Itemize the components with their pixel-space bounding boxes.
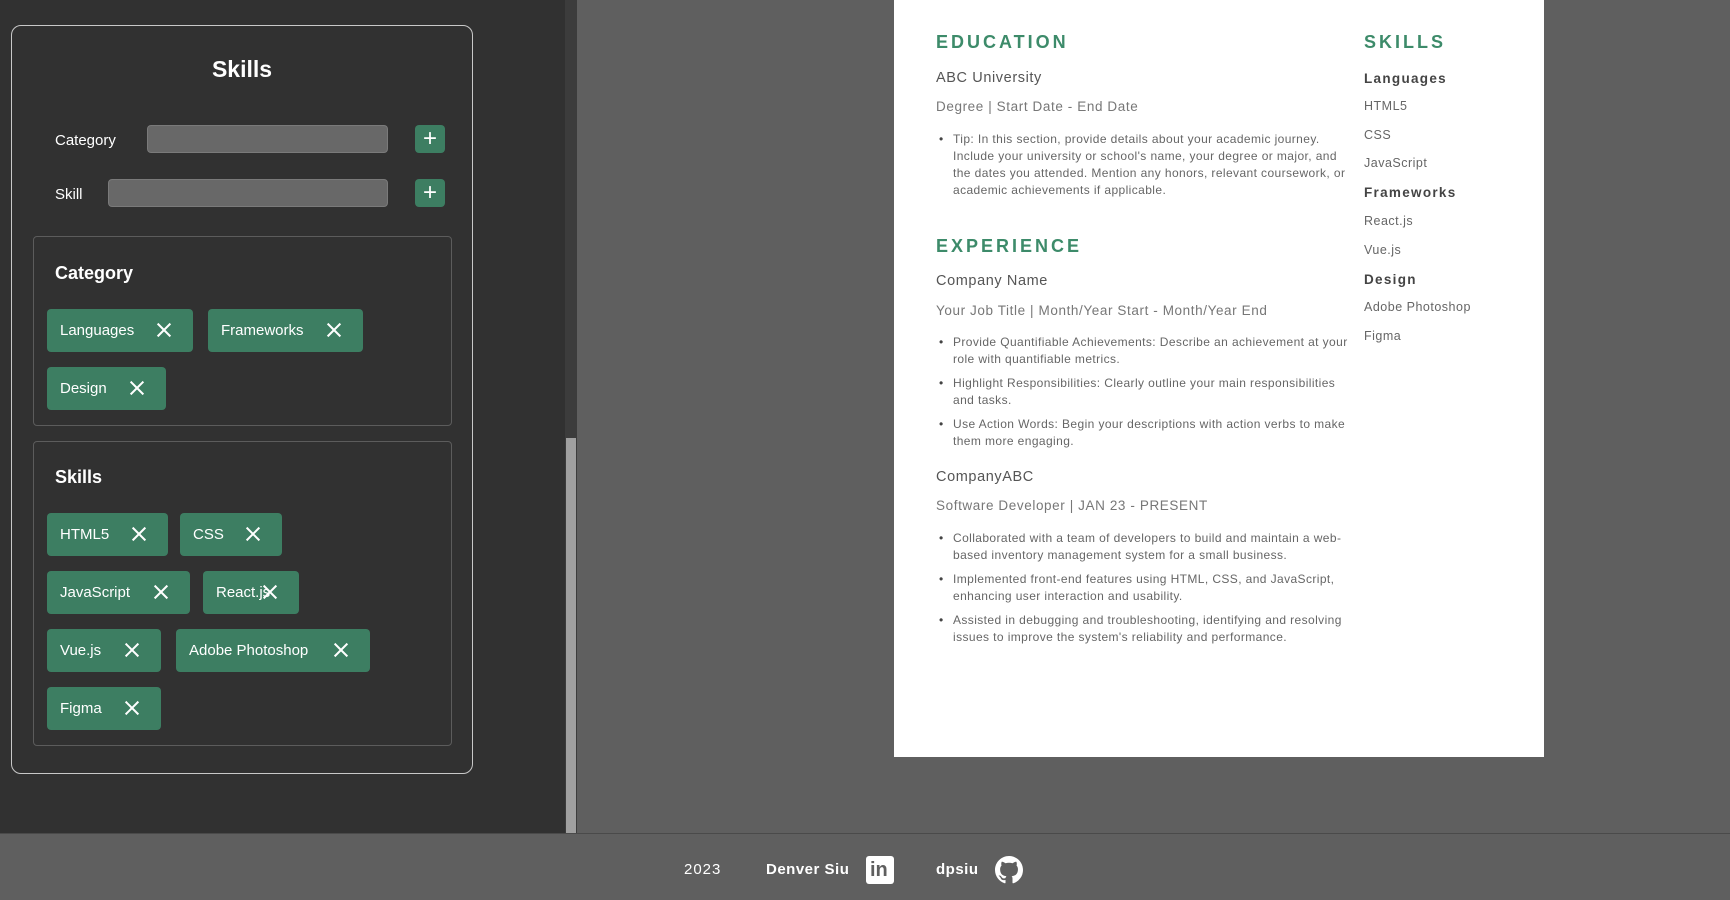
category-chip: Design [47,367,166,410]
chip-label: HTML5 [60,526,110,543]
skill-item: JavaScript [1364,156,1428,170]
close-icon[interactable] [261,583,279,601]
close-icon[interactable] [155,321,173,339]
skill-item: HTML5 [1364,99,1408,113]
list-item: Assisted in debugging and troubleshootin… [936,612,1356,646]
category-chip: Frameworks [208,309,363,352]
skill-chip: React.js [203,571,299,614]
skills-form-card: Skills Category + Skill + Category Langu… [11,25,473,774]
close-icon[interactable] [152,583,170,601]
skill-item: CSS [1364,128,1392,142]
close-icon[interactable] [128,379,146,397]
skill-chip: HTML5 [47,513,168,556]
plus-icon: + [422,125,437,152]
close-icon[interactable] [123,699,141,717]
skill-chip: CSS [180,513,282,556]
close-icon[interactable] [325,321,343,339]
chip-label: Languages [60,322,135,339]
category-label: Category [55,132,116,149]
plus-icon: + [422,179,437,206]
panel-title: Skills [211,56,273,82]
list-item: Implemented front-end features using HTM… [936,571,1356,605]
chip-label: Design [60,380,107,397]
skill-category: Design [1364,272,1417,287]
skill-item: Vue.js [1364,243,1402,257]
footer-username: dpsiu [936,861,979,878]
company-name: Company Name [936,273,1048,289]
chip-label: Frameworks [221,322,304,339]
editor-panel: Skills Category + Skill + Category Langu… [0,0,577,833]
close-icon[interactable] [332,641,350,659]
chip-label: Vue.js [60,642,102,659]
list-item: Collaborated with a team of developers t… [936,530,1356,564]
skill-item: Figma [1364,329,1402,343]
linkedin-icon[interactable]: in [866,856,894,884]
add-skill-button[interactable]: + [415,179,445,207]
footer-name: Denver Siu [766,861,850,878]
experience-heading: EXPERIENCE [936,236,1083,256]
chip-label: CSS [193,526,224,543]
skill-category: Frameworks [1364,185,1457,200]
add-category-button[interactable]: + [415,125,445,153]
footer-year: 2023 [684,861,722,878]
degree-line: Degree | Start Date - End Date [936,99,1139,114]
skill-chip: Figma [47,687,161,730]
footer: 2023 Denver Siu in dpsiu [0,833,1730,900]
education-heading: EDUCATION [936,32,1069,52]
skill-list-box: Skills HTML5 CSS JavaScript React.js Vue… [33,441,452,746]
list-item: Use Action Words: Begin your description… [936,416,1351,450]
chip-label: Adobe Photoshop [189,642,309,659]
skill-item: React.js [1364,214,1414,228]
resume-page: EDUCATION ABC University Degree | Start … [894,0,1544,757]
role-line: Software Developer | JAN 23 - PRESENT [936,498,1208,513]
chip-label: JavaScript [60,584,131,601]
skill-label: Skill [55,186,83,203]
list-item: Provide Quantifiable Achievements: Descr… [936,334,1351,368]
skills-heading: SKILLS [1364,32,1447,52]
category-input[interactable] [147,125,388,153]
list-item: Highlight Responsibilities: Clearly outl… [936,375,1351,409]
editor-scrollbar-thumb[interactable] [566,438,576,833]
skills-box-title: Skills [55,467,103,487]
school-name: ABC University [936,70,1042,86]
skill-category: Languages [1364,71,1447,86]
role-line: Your Job Title | Month/Year Start - Mont… [936,303,1268,318]
education-bullets: Tip: In this section, provide details ab… [936,131,1351,206]
company-name: CompanyABC [936,469,1034,485]
skill-chip: JavaScript [47,571,190,614]
github-icon[interactable] [995,856,1023,884]
category-chip: Languages [47,309,193,352]
job-bullets: Provide Quantifiable Achievements: Descr… [936,334,1351,457]
skill-item: Adobe Photoshop [1364,300,1471,314]
chip-label: Figma [60,700,102,717]
list-item: Tip: In this section, provide details ab… [936,131,1351,199]
skill-input[interactable] [108,179,388,207]
close-icon[interactable] [244,525,262,543]
category-list-box: Category Languages Frameworks Design [33,236,452,426]
skill-chip: Vue.js [47,629,161,672]
category-box-title: Category [55,263,134,283]
close-icon[interactable] [123,641,141,659]
job-bullets: Collaborated with a team of developers t… [936,530,1356,653]
close-icon[interactable] [130,525,148,543]
skill-chip: Adobe Photoshop [176,629,370,672]
